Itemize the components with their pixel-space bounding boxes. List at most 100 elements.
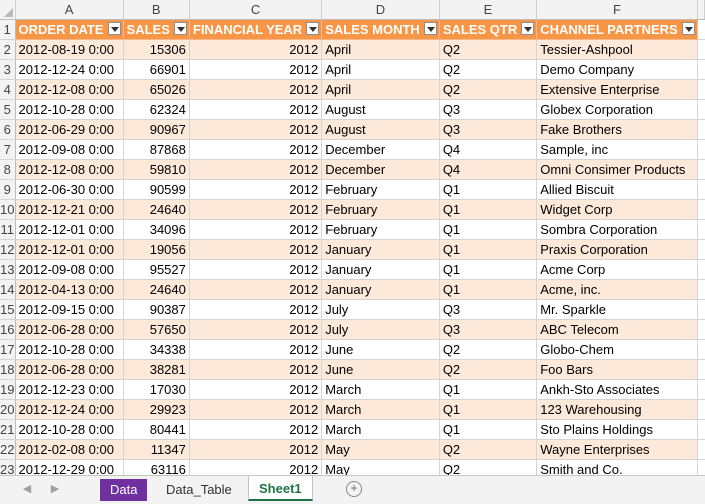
sales-qtr-cell[interactable]: Q2 — [439, 39, 538, 60]
order-date-cell[interactable]: 2012-09-08 0:00 — [15, 259, 124, 280]
sales-cell[interactable]: 34338 — [123, 339, 190, 360]
financial-year-cell[interactable]: 2012 — [189, 159, 323, 180]
sales-qtr-cell[interactable]: Q4 — [439, 159, 538, 180]
sales-month-cell[interactable]: August — [321, 119, 440, 140]
sales-cell[interactable]: 65026 — [123, 79, 190, 100]
order-date-cell[interactable]: 2012-12-24 0:00 — [15, 59, 124, 80]
order-date-cell[interactable]: 2012-09-08 0:00 — [15, 139, 124, 160]
financial-year-cell[interactable]: 2012 — [189, 59, 323, 80]
financial-year-cell[interactable]: 2012 — [189, 79, 323, 100]
sales-month-cell[interactable]: April — [321, 79, 440, 100]
sales-cell[interactable]: 57650 — [123, 319, 190, 340]
order-date-cell[interactable]: 2012-12-23 0:00 — [15, 379, 124, 400]
order-date-cell[interactable]: 2012-08-19 0:00 — [15, 39, 124, 60]
header-cell-channel-partners[interactable]: CHANNEL PARTNERS — [536, 19, 698, 40]
sales-month-cell[interactable]: February — [321, 219, 440, 240]
header-cell-sales[interactable]: SALES — [123, 19, 190, 40]
financial-year-cell[interactable]: 2012 — [189, 119, 323, 140]
row-number[interactable]: 8 — [0, 159, 16, 180]
sales-qtr-cell[interactable]: Q2 — [439, 359, 538, 380]
sales-month-cell[interactable]: August — [321, 99, 440, 120]
order-date-cell[interactable]: 2012-06-28 0:00 — [15, 319, 124, 340]
row-number[interactable]: 15 — [0, 299, 16, 320]
financial-year-cell[interactable]: 2012 — [189, 239, 323, 260]
financial-year-cell[interactable]: 2012 — [189, 359, 323, 380]
sales-qtr-cell[interactable]: Q1 — [439, 239, 538, 260]
empty-cell[interactable] — [697, 299, 705, 320]
plus-circle-icon[interactable]: + — [346, 481, 362, 497]
sales-month-cell[interactable]: December — [321, 139, 440, 160]
sales-cell[interactable]: 80441 — [123, 419, 190, 440]
financial-year-cell[interactable]: 2012 — [189, 179, 323, 200]
sales-cell[interactable]: 24640 — [123, 199, 190, 220]
sales-cell[interactable]: 87868 — [123, 139, 190, 160]
channel-partner-cell[interactable]: Demo Company — [536, 59, 698, 80]
empty-cell[interactable] — [697, 139, 705, 160]
channel-partner-cell[interactable]: Foo Bars — [536, 359, 698, 380]
order-date-cell[interactable]: 2012-06-29 0:00 — [15, 119, 124, 140]
channel-partner-cell[interactable]: ABC Telecom — [536, 319, 698, 340]
channel-partner-cell[interactable]: Globo-Chem — [536, 339, 698, 360]
sales-month-cell[interactable]: January — [321, 239, 440, 260]
sales-month-cell[interactable]: July — [321, 299, 440, 320]
sales-qtr-cell[interactable]: Q3 — [439, 319, 538, 340]
empty-cell[interactable] — [697, 159, 705, 180]
sales-cell[interactable]: 90599 — [123, 179, 190, 200]
empty-cell[interactable] — [697, 359, 705, 380]
channel-partner-cell[interactable]: Acme Corp — [536, 259, 698, 280]
channel-partner-cell[interactable]: Allied Biscuit — [536, 179, 698, 200]
row-number[interactable]: 2 — [0, 39, 16, 60]
channel-partner-cell[interactable]: Extensive Enterprise — [536, 79, 698, 100]
row-number[interactable]: 9 — [0, 179, 16, 200]
financial-year-cell[interactable]: 2012 — [189, 339, 323, 360]
sales-month-cell[interactable]: March — [321, 419, 440, 440]
row-number[interactable]: 19 — [0, 379, 16, 400]
order-date-cell[interactable]: 2012-06-30 0:00 — [15, 179, 124, 200]
sales-qtr-cell[interactable]: Q3 — [439, 299, 538, 320]
row-number[interactable]: 14 — [0, 279, 16, 300]
sales-qtr-cell[interactable]: Q4 — [439, 139, 538, 160]
row-number[interactable]: 12 — [0, 239, 16, 260]
empty-cell[interactable] — [697, 179, 705, 200]
tab-data-table[interactable]: Data_Table — [156, 479, 242, 501]
order-date-cell[interactable]: 2012-12-01 0:00 — [15, 219, 124, 240]
channel-partner-cell[interactable]: Mr. Sparkle — [536, 299, 698, 320]
sales-cell[interactable]: 66901 — [123, 59, 190, 80]
order-date-cell[interactable]: 2012-09-15 0:00 — [15, 299, 124, 320]
row-number[interactable]: 4 — [0, 79, 16, 100]
empty-cell[interactable] — [697, 119, 705, 140]
channel-partner-cell[interactable]: Sto Plains Holdings — [536, 419, 698, 440]
sales-qtr-cell[interactable]: Q1 — [439, 279, 538, 300]
empty-cell[interactable] — [697, 39, 705, 60]
empty-cell[interactable] — [697, 259, 705, 280]
financial-year-cell[interactable]: 2012 — [189, 319, 323, 340]
sales-month-cell[interactable]: February — [321, 199, 440, 220]
order-date-cell[interactable]: 2012-10-28 0:00 — [15, 339, 124, 360]
empty-cell[interactable] — [697, 419, 705, 440]
order-date-cell[interactable]: 2012-12-01 0:00 — [15, 239, 124, 260]
sales-cell[interactable]: 34096 — [123, 219, 190, 240]
financial-year-cell[interactable]: 2012 — [189, 139, 323, 160]
sales-cell[interactable]: 15306 — [123, 39, 190, 60]
channel-partner-cell[interactable]: Acme, inc. — [536, 279, 698, 300]
sales-qtr-cell[interactable]: Q1 — [439, 399, 538, 420]
column-header-b[interactable]: B — [123, 0, 190, 20]
row-number[interactable]: 17 — [0, 339, 16, 360]
empty-cell[interactable] — [697, 279, 705, 300]
empty-cell[interactable] — [697, 319, 705, 340]
channel-partner-cell[interactable]: Wayne Enterprises — [536, 439, 698, 460]
empty-cell[interactable] — [697, 239, 705, 260]
channel-partner-cell[interactable]: Ankh-Sto Associates — [536, 379, 698, 400]
order-date-cell[interactable]: 2012-12-21 0:00 — [15, 199, 124, 220]
column-header-f[interactable]: F — [536, 0, 698, 20]
filter-dropdown-icon[interactable] — [423, 22, 437, 35]
sales-month-cell[interactable]: January — [321, 259, 440, 280]
row-number[interactable]: 7 — [0, 139, 16, 160]
row-number[interactable]: 18 — [0, 359, 16, 380]
filter-dropdown-icon[interactable] — [681, 22, 695, 35]
sales-cell[interactable]: 95527 — [123, 259, 190, 280]
empty-cell[interactable] — [697, 99, 705, 120]
row-number[interactable]: 21 — [0, 419, 16, 440]
empty-cell[interactable] — [697, 79, 705, 100]
sales-month-cell[interactable]: March — [321, 379, 440, 400]
